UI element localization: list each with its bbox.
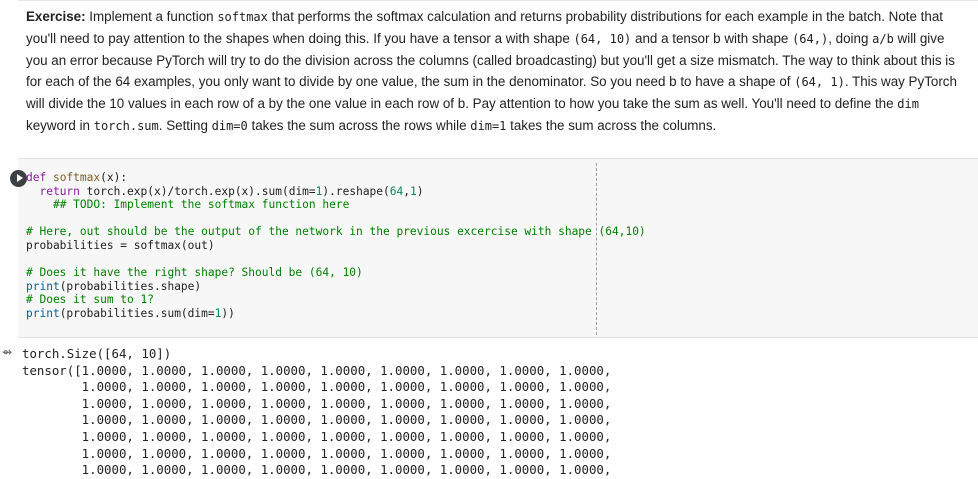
output-line: torch.Size([64, 10]) — [22, 346, 172, 361]
output-line: 1.0000, 1.0000, 1.0000, 1.0000, 1.0000, … — [22, 462, 612, 478]
output-line: 1.0000, 1.0000, 1.0000, 1.0000, 1.0000, … — [22, 379, 612, 395]
md-text: a by the one value in each row of — [257, 96, 458, 111]
code-keyword: def — [26, 171, 47, 184]
cell-output: torch.Size([64, 10]) tensor([1.0000, 1.0… — [22, 346, 611, 479]
output-line: 1.0000, 1.0000, 1.0000, 1.0000, 1.0000, … — [22, 395, 612, 411]
code-comment: # Does it have the right shape? Should b… — [26, 266, 363, 280]
code-builtin: print — [26, 306, 60, 320]
code-editor[interactable]: def softmax(x): return torch.exp(x)/torc… — [26, 171, 646, 321]
md-text: , doing — [828, 31, 873, 46]
md-text: and a tensor — [631, 31, 714, 46]
output-line: tensor([1.0000, 1.0000, 1.0000, 1.0000, … — [22, 362, 612, 378]
inline-code: dim=1 — [470, 119, 507, 133]
inline-code: dim — [897, 97, 919, 111]
output-line: 1.0000, 1.0000, 1.0000, 1.0000, 1.0000, … — [22, 445, 612, 461]
code-cell[interactable]: def softmax(x): return torch.exp(x)/torc… — [10, 158, 978, 338]
md-text: a with shape — [494, 31, 574, 46]
code-comment: # Does it sum to 1? — [26, 293, 154, 307]
inline-code: dim=0 — [211, 119, 248, 133]
code-builtin: print — [26, 279, 60, 293]
play-circle-icon[interactable] — [10, 170, 27, 187]
output-line: 1.0000, 1.0000, 1.0000, 1.0000, 1.0000, … — [22, 428, 612, 444]
code-text: probabilities = softmax(out) — [26, 238, 215, 252]
inline-code: (64,) — [792, 32, 829, 46]
exercise-label: Exercise: — [26, 9, 86, 24]
code-keyword: return — [39, 184, 80, 198]
code-text: ).reshape( — [322, 184, 390, 198]
output-line: 1.0000, 1.0000, 1.0000, 1.0000, 1.0000, … — [22, 412, 612, 428]
md-text: takes the sum across the rows while — [247, 118, 471, 133]
code-number: 64 — [389, 184, 404, 198]
code-text: (probabilities.shape) — [59, 279, 202, 293]
md-text: . Setting — [158, 118, 212, 133]
md-text: takes the sum across the columns. — [506, 118, 717, 133]
md-text: Implement a function — [85, 9, 218, 24]
md-text: b. Pay attention to how you take the sum… — [457, 96, 898, 111]
code-text: (probabilities.sum(dim= — [59, 306, 215, 320]
code-number: 1 — [410, 184, 417, 198]
inline-code: (64, 10) — [573, 32, 632, 46]
code-function-name: softmax — [52, 171, 101, 184]
md-text: b with shape — [713, 31, 793, 46]
md-text: b to have a shape of — [669, 74, 795, 89]
code-comment: ## TODO: Implement the softmax function … — [52, 198, 350, 212]
code-text: , — [403, 184, 410, 198]
inline-code: (64, 1) — [794, 75, 845, 89]
md-text: keyword in — [26, 118, 94, 133]
inline-code: torch.sum — [93, 119, 159, 133]
output-arrow-icon[interactable]: ⇴ — [2, 346, 14, 358]
markdown-cell[interactable]: Exercise: Implement a function softmax t… — [26, 6, 966, 137]
inline-code: softmax — [217, 10, 268, 24]
code-comment: # Here, out should be the output of the … — [26, 225, 646, 239]
code-text: ) — [416, 184, 424, 198]
notebook-frame-top — [18, 0, 978, 1]
code-text: torch.exp(x)/torch.exp(x).sum(dim= — [79, 184, 316, 198]
code-text: )) — [221, 306, 235, 320]
inline-code: a/b — [872, 32, 894, 46]
code-text: (x): — [100, 171, 128, 184]
